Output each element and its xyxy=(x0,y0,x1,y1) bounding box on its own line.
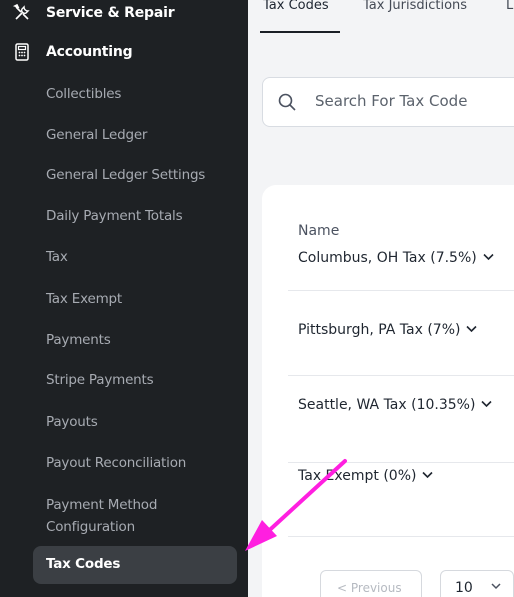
row-name: Pittsburgh, PA Tax (7%) xyxy=(298,322,461,338)
tab-truncated[interactable]: L xyxy=(506,0,513,13)
table-row[interactable]: Columbus, OH Tax (7.5%) xyxy=(298,250,494,266)
calculator-icon xyxy=(15,43,29,61)
sidebar-item-collectibles[interactable]: Collectibles xyxy=(46,86,121,102)
chevron-down-icon[interactable] xyxy=(483,253,494,261)
chevron-down-icon[interactable] xyxy=(481,400,492,408)
table-row[interactable]: Pittsburgh, PA Tax (7%) xyxy=(298,322,478,338)
sidebar-section-label: Accounting xyxy=(46,44,133,60)
page-size-select[interactable]: 10 xyxy=(440,570,514,597)
search-box[interactable]: Search For Tax Code xyxy=(262,77,514,127)
page-size-value: 10 xyxy=(455,580,473,596)
chevron-down-icon[interactable] xyxy=(422,471,434,479)
row-divider xyxy=(288,375,514,376)
main-content: Tax Codes Tax Jurisdictions L Search For… xyxy=(248,0,514,597)
row-divider xyxy=(288,290,514,291)
tab-tax-jurisdictions[interactable]: Tax Jurisdictions xyxy=(363,0,467,13)
previous-label: < Previous xyxy=(337,581,402,595)
search-icon xyxy=(278,93,296,111)
row-divider xyxy=(288,536,514,537)
sidebar-item-payouts[interactable]: Payouts xyxy=(46,414,98,430)
wrench-screwdriver-icon xyxy=(12,3,30,20)
sidebar-item-general-ledger-settings[interactable]: General Ledger Settings xyxy=(46,167,205,183)
tab-tax-codes[interactable]: Tax Codes xyxy=(263,0,329,13)
sidebar-item-payout-reconciliation[interactable]: Payout Reconciliation xyxy=(46,455,186,471)
sidebar-item-tax[interactable]: Tax xyxy=(46,249,68,265)
sidebar-item-general-ledger[interactable]: General Ledger xyxy=(46,127,147,143)
row-name: Seattle, WA Tax (10.35%) xyxy=(298,397,476,413)
tab-bar: Tax Codes Tax Jurisdictions L xyxy=(248,0,514,42)
sidebar-section-service-repair[interactable]: Service & Repair xyxy=(0,0,248,28)
table-row[interactable]: Seattle, WA Tax (10.35%) xyxy=(298,397,492,413)
table-row[interactable]: Tax Exempt (0%) xyxy=(298,468,434,484)
column-header-name[interactable]: Name xyxy=(298,223,339,239)
chevron-down-icon[interactable] xyxy=(466,325,478,333)
row-name: Tax Exempt (0%) xyxy=(298,468,417,484)
sidebar-item-tax-codes[interactable]: Tax Codes xyxy=(33,546,237,584)
sidebar-item-daily-payment-totals[interactable]: Daily Payment Totals xyxy=(46,208,183,224)
sidebar-item-payment-method-configuration[interactable]: Payment Method Configuration xyxy=(46,494,226,538)
sidebar-item-stripe-payments[interactable]: Stripe Payments xyxy=(46,372,154,388)
sidebar: Service & Repair Accounting Collectibles… xyxy=(0,0,248,597)
chevron-down-icon xyxy=(491,583,501,590)
search-input[interactable]: Search For Tax Code xyxy=(315,92,467,110)
sidebar-item-label: Tax Codes xyxy=(46,556,121,572)
row-name: Columbus, OH Tax (7.5%) xyxy=(298,250,477,266)
sidebar-section-accounting[interactable]: Accounting xyxy=(0,37,248,67)
row-divider xyxy=(288,462,514,463)
previous-page-button[interactable]: < Previous xyxy=(320,570,422,597)
sidebar-item-tax-exempt[interactable]: Tax Exempt xyxy=(46,291,122,307)
active-tab-indicator xyxy=(260,31,340,33)
sidebar-item-payments[interactable]: Payments xyxy=(46,332,111,348)
sidebar-section-label: Service & Repair xyxy=(46,5,175,21)
